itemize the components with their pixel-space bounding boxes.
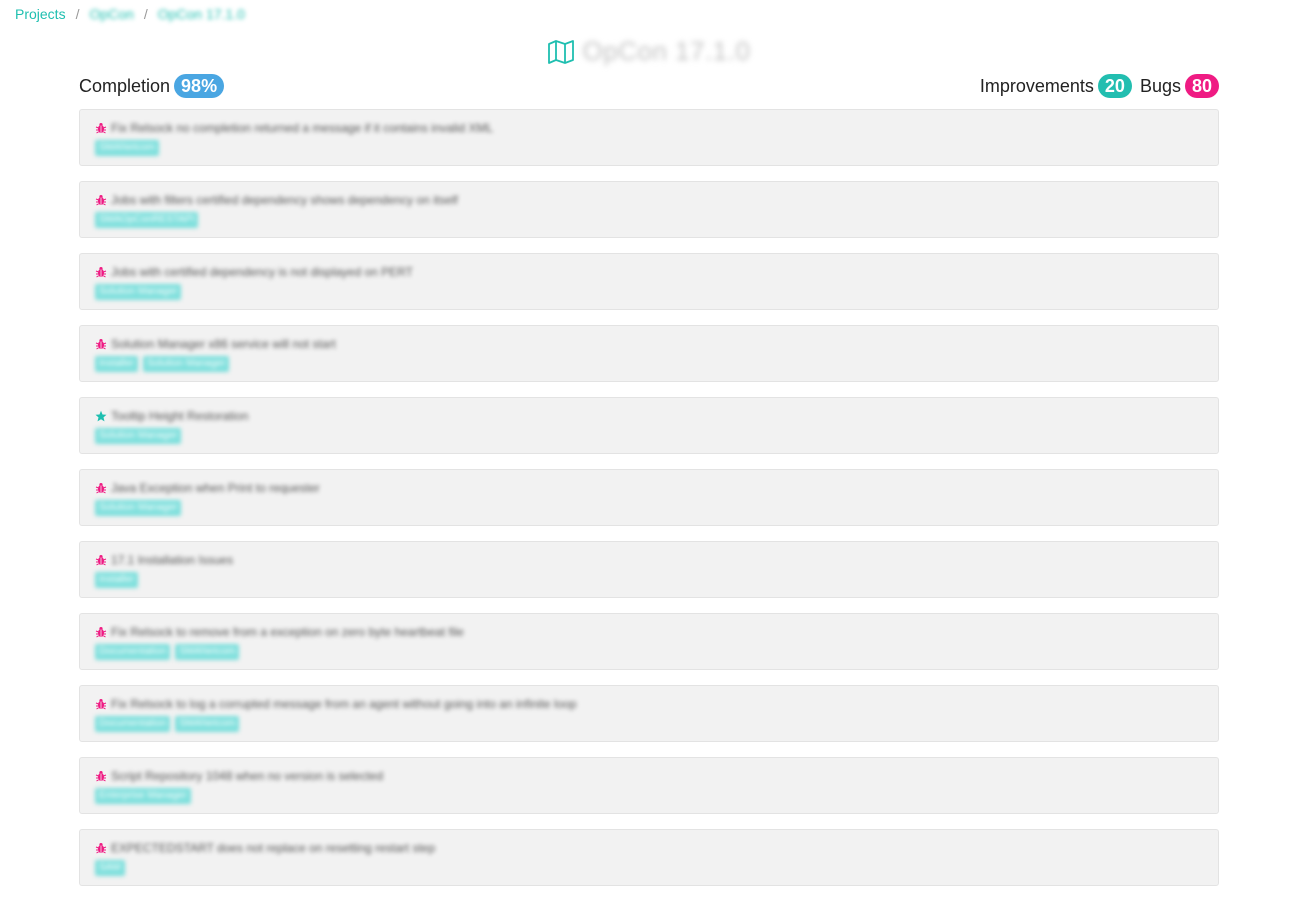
breadcrumb: Projects / OpCon / OpCon 17.1.0 xyxy=(15,6,245,22)
issue-tags: Enterprise Manager xyxy=(95,788,1203,804)
issue-title-row: Tooltip Height Restoration xyxy=(95,407,1203,425)
issue-card[interactable]: Fix Relsock to log a corrupted message f… xyxy=(79,685,1219,742)
completion-label: Completion xyxy=(79,75,171,96)
issue-tags: Installer xyxy=(95,572,1203,588)
issue-title: Fix Relsock to remove from a exception o… xyxy=(111,625,464,639)
breadcrumb-project[interactable]: OpCon xyxy=(89,6,133,22)
component-tag[interactable]: Solution Manager xyxy=(95,284,182,300)
bug-icon xyxy=(95,842,107,854)
issue-title-row: Jobs with filters certified dependency s… xyxy=(95,191,1203,209)
issue-title-row: Solution Manager x86 service will not st… xyxy=(95,335,1203,353)
issue-title-row: Script Repository 1048 when no version i… xyxy=(95,767,1203,785)
issue-card[interactable]: 17.1 Installation Issues Installer xyxy=(79,541,1219,598)
bug-icon xyxy=(95,770,107,782)
issue-title-row: 17.1 Installation Issues xyxy=(95,551,1203,569)
page-title: OpCon 17.1.0 xyxy=(582,36,751,66)
component-tag[interactable]: SMANetcom xyxy=(175,716,240,732)
issue-counts: Improvements 20 Bugs 80 xyxy=(980,74,1219,98)
breadcrumb-release[interactable]: OpCon 17.1.0 xyxy=(158,6,245,22)
issue-title: Jobs with filters certified dependency s… xyxy=(111,193,458,207)
component-tag[interactable]: SMANetcom xyxy=(95,140,160,156)
issue-title: Script Repository 1048 when no version i… xyxy=(111,769,384,783)
issue-card[interactable]: Fix Relsock to remove from a exception o… xyxy=(79,613,1219,670)
component-tag[interactable]: Solution Manager xyxy=(95,500,182,516)
component-tag[interactable]: Installer xyxy=(95,356,139,372)
issue-tags: Solution Manager xyxy=(95,284,1203,300)
issue-tags: Documentation SMANetcom xyxy=(95,644,1203,660)
bug-icon xyxy=(95,122,107,134)
issue-title-row: Fix Relsock no completion returned a mes… xyxy=(95,119,1203,137)
issue-card[interactable]: Jobs with filters certified dependency s… xyxy=(79,181,1219,238)
bugs-badge: 80 xyxy=(1184,74,1219,98)
issue-title-row: Fix Relsock to remove from a exception o… xyxy=(95,623,1203,641)
star-icon xyxy=(95,410,107,422)
issue-card[interactable]: EXPECTEDSTART does not replace on resett… xyxy=(79,829,1219,886)
issue-tags: Solution Manager xyxy=(95,500,1203,516)
bug-icon xyxy=(95,698,107,710)
issue-title: Tooltip Height Restoration xyxy=(111,409,249,423)
issue-tags: SAM xyxy=(95,860,1203,876)
bug-icon xyxy=(95,266,107,278)
issue-list: Fix Relsock no completion returned a mes… xyxy=(79,109,1219,901)
issue-tags: Installer Solution Manager xyxy=(95,356,1203,372)
issue-card[interactable]: Jobs with certified dependency is not di… xyxy=(79,253,1219,310)
issue-tags: Solution Manager xyxy=(95,428,1203,444)
completion-badge: 98% xyxy=(174,74,225,98)
improvements-badge: 20 xyxy=(1097,74,1132,98)
issue-title-row: Jobs with certified dependency is not di… xyxy=(95,263,1203,281)
component-tag[interactable]: SMAOpConRESTAPI xyxy=(95,212,199,228)
component-tag[interactable]: Solution Manager xyxy=(143,356,230,372)
component-tag[interactable]: Solution Manager xyxy=(95,428,182,444)
issue-title: Jobs with certified dependency is not di… xyxy=(111,265,413,279)
issue-tags: SMAOpConRESTAPI xyxy=(95,212,1203,228)
bug-icon xyxy=(95,482,107,494)
component-tag[interactable]: SMANetcom xyxy=(175,644,240,660)
issue-title-row: Java Exception when Print to requester xyxy=(95,479,1203,497)
issue-title: Fix Relsock to log a corrupted message f… xyxy=(111,697,577,711)
issue-card[interactable]: Fix Relsock no completion returned a mes… xyxy=(79,109,1219,166)
issue-tags: SMANetcom xyxy=(95,140,1203,156)
bug-icon xyxy=(95,626,107,638)
page-header: OpCon 17.1.0 xyxy=(0,36,1297,67)
issue-card[interactable]: Solution Manager x86 service will not st… xyxy=(79,325,1219,382)
issue-title: 17.1 Installation Issues xyxy=(111,553,234,567)
component-tag[interactable]: Documentation xyxy=(95,644,171,660)
component-tag[interactable]: SAM xyxy=(95,860,125,876)
component-tag[interactable]: Documentation xyxy=(95,716,171,732)
breadcrumb-projects[interactable]: Projects xyxy=(15,6,66,22)
issue-title: Fix Relsock no completion returned a mes… xyxy=(111,121,494,135)
bug-icon xyxy=(95,338,107,350)
component-tag[interactable]: Enterprise Manager xyxy=(95,788,191,804)
bug-icon xyxy=(95,554,107,566)
bug-icon xyxy=(95,194,107,206)
issue-title: Solution Manager x86 service will not st… xyxy=(111,337,336,351)
issue-title-row: Fix Relsock to log a corrupted message f… xyxy=(95,695,1203,713)
issue-tags: Documentation SMANetcom xyxy=(95,716,1203,732)
completion-stat: Completion 98% xyxy=(79,74,225,98)
issue-title-row: EXPECTEDSTART does not replace on resett… xyxy=(95,839,1203,857)
issue-card[interactable]: Tooltip Height Restoration Solution Mana… xyxy=(79,397,1219,454)
component-tag[interactable]: Installer xyxy=(95,572,139,588)
issue-card[interactable]: Java Exception when Print to requester S… xyxy=(79,469,1219,526)
bugs-label: Bugs xyxy=(1139,75,1181,96)
breadcrumb-separator: / xyxy=(143,6,148,22)
issue-title: EXPECTEDSTART does not replace on resett… xyxy=(111,841,436,855)
issue-card[interactable]: Script Repository 1048 when no version i… xyxy=(79,757,1219,814)
map-icon xyxy=(547,39,575,64)
issue-title: Java Exception when Print to requester xyxy=(111,481,320,495)
breadcrumb-separator: / xyxy=(75,6,80,22)
improvements-label: Improvements xyxy=(979,75,1094,96)
